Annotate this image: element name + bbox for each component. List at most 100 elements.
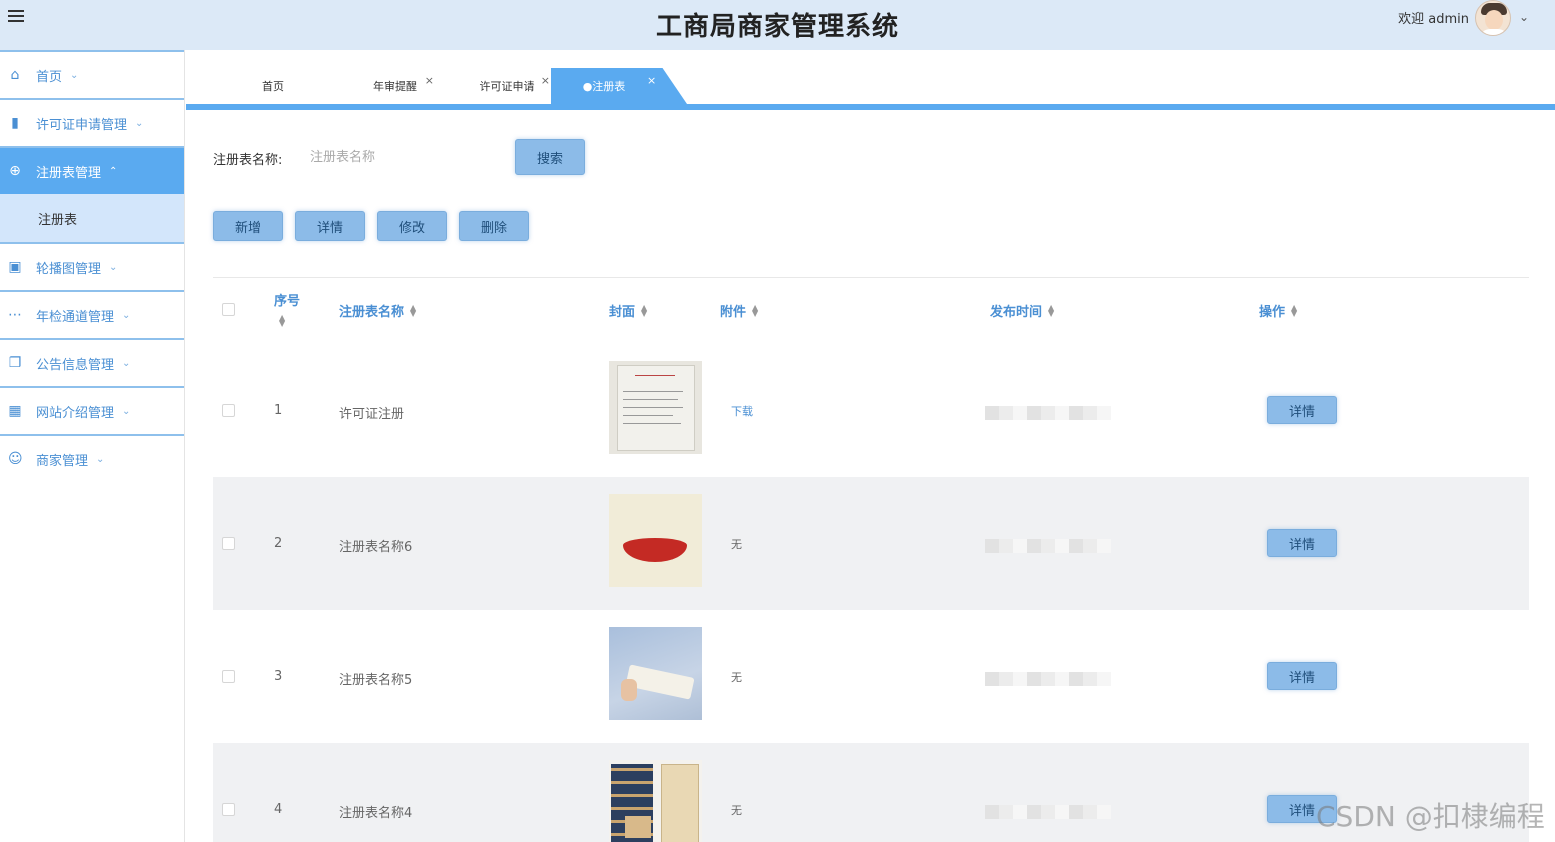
- sidebar-item-label: 商家管理: [36, 453, 89, 469]
- delete-button[interactable]: 删除: [459, 211, 529, 241]
- row-name: 注册表名称6: [339, 540, 413, 555]
- detail-button[interactable]: 详情: [295, 211, 365, 241]
- publish-time-blurred: [985, 406, 1111, 420]
- search-label: 注册表名称:: [213, 153, 283, 168]
- row-name: 许可证注册: [339, 407, 405, 422]
- cover-image: [609, 627, 702, 720]
- row-detail-button[interactable]: 详情: [1267, 662, 1337, 690]
- select-all-checkbox[interactable]: [222, 303, 235, 316]
- sidebar-subitem-registry[interactable]: 注册表: [0, 194, 184, 242]
- close-icon[interactable]: ×: [647, 74, 656, 87]
- sidebar-item-license[interactable]: ▮ 许可证申请管理 ⌄: [0, 98, 184, 146]
- tab-label: ●注册表: [582, 80, 626, 93]
- row-index: 1: [274, 403, 283, 418]
- registry-table: 序号 ▲ ▼ 注册表名称 ▲ ▼ 封面 ▲ ▼ 附件 ▲ ▼ 发布时间 ▲ ▼ 操作 ▲ ▼…: [213, 277, 1529, 842]
- tab-bar: 首页 年审提醒 × 许可证申请 × ●注册表 ×: [186, 50, 1555, 110]
- plus-circle-icon: ⊕: [9, 163, 21, 179]
- header-attachment[interactable]: 附件 ▲ ▼: [720, 301, 758, 320]
- chevron-down-icon[interactable]: ⌄: [1519, 10, 1529, 24]
- sidebar-item-site-intro[interactable]: ▦ 网站介绍管理 ⌄: [0, 386, 184, 434]
- tab-label: 年审提醒: [373, 80, 417, 93]
- sidebar-item-announcements[interactable]: ❐ 公告信息管理 ⌄: [0, 338, 184, 386]
- header-cover[interactable]: 封面 ▲ ▼: [609, 301, 647, 320]
- tab-home[interactable]: 首页: [236, 68, 310, 104]
- sidebar-item-home[interactable]: ⌂ 首页 ⌄: [0, 50, 184, 98]
- search-input[interactable]: [298, 140, 498, 174]
- chevron-down-icon: ⌄: [122, 357, 131, 369]
- sidebar: ⌂ 首页 ⌄ ▮ 许可证申请管理 ⌄ ⊕ 注册表管理 ⌃ 注册表 ▣ 轮播图管理…: [0, 50, 185, 842]
- sidebar-item-label: 许可证申请管理: [36, 117, 128, 133]
- grid-icon: ▦: [8, 403, 22, 419]
- sort-icon[interactable]: ▲ ▼: [641, 303, 647, 317]
- edit-button[interactable]: 修改: [377, 211, 447, 241]
- tab-label: 许可证申请: [479, 80, 535, 93]
- chevron-down-icon: ⌄: [122, 309, 131, 321]
- header-index[interactable]: 序号 ▲ ▼: [274, 290, 300, 328]
- row-index: 4: [274, 802, 283, 817]
- publish-time-blurred: [985, 672, 1111, 686]
- tab-annual-review[interactable]: 年审提醒 ×: [350, 68, 440, 104]
- cover-image: [609, 760, 702, 842]
- sort-icon[interactable]: ▲ ▼: [752, 303, 758, 317]
- row-checkbox[interactable]: [222, 404, 235, 417]
- tabs-underline: [186, 104, 1555, 110]
- top-header: 工商局商家管理系统 欢迎 admin ⌄: [0, 0, 1555, 50]
- table-row: 1 许可证注册 下载 详情: [213, 344, 1529, 477]
- tab-label: 首页: [262, 80, 284, 93]
- sidebar-item-inspection[interactable]: ⋯ 年检通道管理 ⌄: [0, 290, 184, 338]
- row-name: 注册表名称4: [339, 806, 413, 821]
- row-checkbox[interactable]: [222, 670, 235, 683]
- sidebar-item-merchants[interactable]: ☺ 商家管理 ⌄: [0, 434, 184, 482]
- table-row: 3 注册表名称5 无 详情: [213, 610, 1529, 743]
- row-detail-button[interactable]: 详情: [1267, 529, 1337, 557]
- publish-time-blurred: [985, 805, 1111, 819]
- header-actions[interactable]: 操作 ▲ ▼: [1259, 301, 1297, 320]
- row-detail-button[interactable]: 详情: [1267, 396, 1337, 424]
- row-index: 2: [274, 536, 283, 551]
- sort-icon[interactable]: ▲ ▼: [279, 314, 285, 328]
- close-icon[interactable]: ×: [541, 74, 550, 87]
- header-name[interactable]: 注册表名称 ▲ ▼: [339, 301, 416, 320]
- add-button[interactable]: 新增: [213, 211, 283, 241]
- sidebar-item-label: 年检通道管理: [36, 309, 115, 325]
- chevron-down-icon: ⌄: [109, 261, 118, 273]
- attachment-none: 无: [731, 538, 742, 551]
- row-checkbox[interactable]: [222, 537, 235, 550]
- chevron-down-icon: ⌄: [135, 117, 144, 129]
- cover-image: [609, 361, 702, 454]
- chevron-up-icon: ⌃: [109, 165, 118, 177]
- sidebar-item-label: 首页: [36, 69, 63, 85]
- briefcase-icon: ▣: [8, 259, 22, 275]
- sidebar-item-label: 轮播图管理: [36, 261, 102, 277]
- sidebar-item-registry[interactable]: ⊕ 注册表管理 ⌃: [0, 146, 184, 194]
- sidebar-item-label: 注册表管理: [36, 165, 102, 181]
- table-row: 2 注册表名称6 无 详情: [213, 477, 1529, 610]
- sort-icon[interactable]: ▲ ▼: [1048, 303, 1054, 317]
- user-icon: ☺: [8, 451, 23, 467]
- tab-license-application[interactable]: 许可证申请 ×: [462, 68, 552, 104]
- tab-registry[interactable]: ●注册表 ×: [551, 68, 687, 104]
- document-icon: ▮: [11, 115, 19, 131]
- row-name: 注册表名称5: [339, 673, 413, 688]
- table-header: 序号 ▲ ▼ 注册表名称 ▲ ▼ 封面 ▲ ▼ 附件 ▲ ▼ 发布时间 ▲ ▼ 操作 ▲ ▼: [213, 278, 1529, 343]
- search-button[interactable]: 搜索: [515, 139, 585, 175]
- watermark: CSDN @扣棣编程: [1316, 800, 1545, 833]
- sidebar-item-carousel[interactable]: ▣ 轮播图管理 ⌄: [0, 242, 184, 290]
- sidebar-item-label: 网站介绍管理: [36, 405, 115, 421]
- chevron-down-icon: ⌄: [96, 453, 105, 465]
- header-publish-time[interactable]: 发布时间 ▲ ▼: [990, 301, 1054, 320]
- user-avatar[interactable]: [1475, 0, 1511, 36]
- download-link[interactable]: 下载: [731, 403, 753, 419]
- sort-icon[interactable]: ▲ ▼: [410, 303, 416, 317]
- attachment-none: 无: [731, 804, 742, 817]
- sidebar-item-label: 公告信息管理: [36, 357, 115, 373]
- more-circle-icon: ⋯: [8, 307, 22, 323]
- row-checkbox[interactable]: [222, 803, 235, 816]
- row-index: 3: [274, 669, 283, 684]
- attachment-none: 无: [731, 671, 742, 684]
- close-icon[interactable]: ×: [425, 74, 434, 87]
- publish-time-blurred: [985, 539, 1111, 553]
- copy-icon: ❐: [8, 355, 22, 371]
- sort-icon[interactable]: ▲ ▼: [1291, 303, 1297, 317]
- home-icon: ⌂: [10, 67, 20, 83]
